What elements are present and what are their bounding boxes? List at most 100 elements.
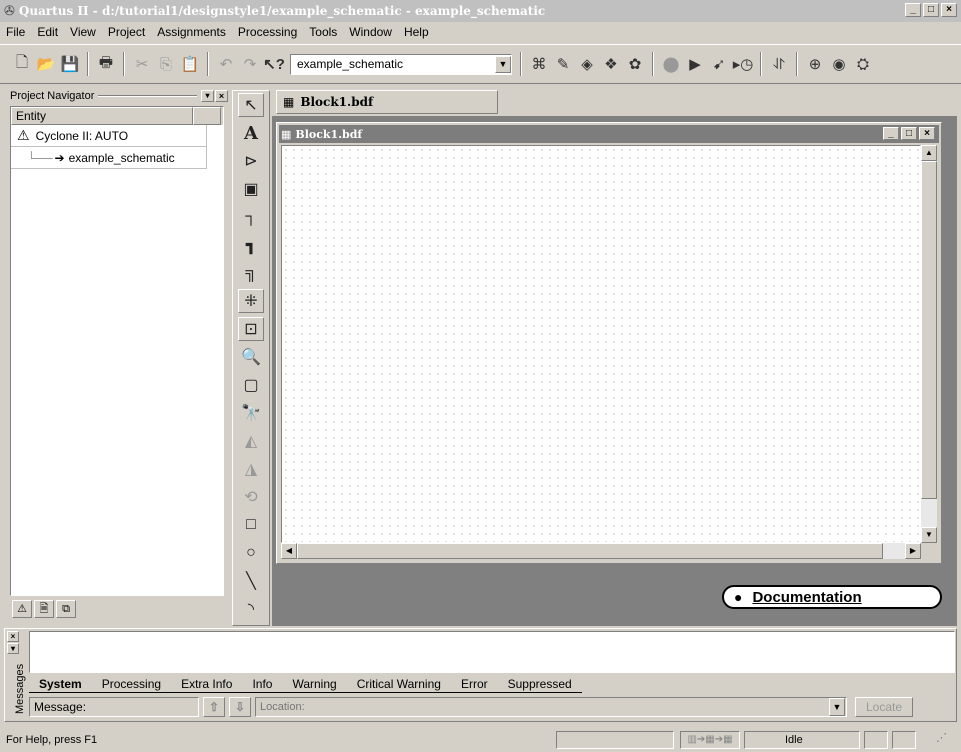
scroll-up-icon[interactable]: ▲ bbox=[921, 145, 937, 161]
previous-message-icon[interactable]: ⇧ bbox=[203, 697, 225, 717]
hierarchy-tab-icon[interactable]: ⚠ bbox=[12, 600, 32, 618]
line-tool-icon[interactable]: ╲ bbox=[238, 569, 264, 593]
arc-tool-icon[interactable]: ◝ bbox=[238, 597, 264, 621]
tab-warning[interactable]: Warning bbox=[282, 676, 347, 693]
timing-analysis-icon[interactable]: ▸◷ bbox=[731, 52, 755, 76]
tab-info[interactable]: Info bbox=[242, 676, 283, 693]
rectangle-tool-icon[interactable]: □ bbox=[238, 513, 264, 537]
tab-error[interactable]: Error bbox=[450, 676, 498, 693]
navigator-close-button[interactable]: × bbox=[215, 90, 228, 102]
selection-tool-icon[interactable]: ↖ bbox=[238, 93, 264, 118]
project-combo[interactable]: example_schematic ▼ bbox=[290, 53, 512, 75]
flip-horizontal-icon[interactable]: ◭ bbox=[238, 429, 264, 453]
messages-side-label: Messages bbox=[14, 663, 26, 714]
navigator-float-button[interactable]: ▾ bbox=[201, 90, 214, 102]
rotate-icon[interactable]: ⟲ bbox=[238, 485, 264, 509]
messages-float-button[interactable]: ▾ bbox=[7, 643, 19, 654]
menu-window[interactable]: Window bbox=[349, 25, 392, 39]
compilation-report-icon[interactable]: ⊕ bbox=[803, 52, 827, 76]
messages-close-button[interactable]: × bbox=[7, 631, 19, 642]
tree-item-entity[interactable]: └── ➔ example_schematic bbox=[11, 147, 207, 169]
copy-icon[interactable]: ⎘ bbox=[154, 52, 178, 76]
paste-icon[interactable]: 📋 bbox=[178, 52, 202, 76]
location-input[interactable] bbox=[255, 697, 847, 717]
orthogonal-bus-tool-icon[interactable]: ┓ bbox=[238, 233, 264, 257]
block-tool-icon[interactable]: ▣ bbox=[238, 177, 264, 201]
locate-button[interactable]: Locate bbox=[855, 697, 913, 717]
scroll-down-icon[interactable]: ▼ bbox=[921, 527, 937, 543]
open-folder-icon[interactable]: 📂 bbox=[34, 52, 58, 76]
programmer-icon[interactable]: ◉ bbox=[827, 52, 851, 76]
tab-system[interactable]: System bbox=[29, 676, 92, 693]
assignment-editor-icon[interactable]: ◈ bbox=[575, 52, 599, 76]
menu-view[interactable]: View bbox=[70, 25, 96, 39]
document-tab[interactable]: ▦ Block1.bdf bbox=[276, 90, 498, 114]
menu-assignments[interactable]: Assignments bbox=[157, 25, 226, 39]
next-message-icon[interactable]: ⇩ bbox=[229, 697, 251, 717]
maximize-button[interactable]: □ bbox=[923, 3, 939, 17]
flip-vertical-icon[interactable]: ◮ bbox=[238, 457, 264, 481]
navigator-tabs: ⚠ 🗎 ⧉ bbox=[12, 600, 76, 618]
context-help-icon[interactable]: ↖? bbox=[262, 52, 286, 76]
new-file-icon[interactable]: 🗋 bbox=[10, 52, 34, 76]
vertical-scroll-thumb[interactable] bbox=[921, 161, 937, 499]
menu-edit[interactable]: Edit bbox=[37, 25, 58, 39]
tab-critical-warning[interactable]: Critical Warning bbox=[346, 676, 451, 693]
horizontal-scroll-thumb[interactable] bbox=[297, 543, 883, 559]
chevron-down-icon[interactable]: ▼ bbox=[495, 55, 511, 73]
start-compilation-icon[interactable]: ▶ bbox=[683, 52, 707, 76]
scroll-left-icon[interactable]: ◀ bbox=[281, 543, 297, 559]
menu-processing[interactable]: Processing bbox=[238, 25, 297, 39]
pin-planner-icon[interactable]: ✎ bbox=[551, 52, 575, 76]
resize-grip-icon[interactable]: ⋰ bbox=[936, 731, 956, 749]
tab-extra-info[interactable]: Extra Info bbox=[171, 676, 243, 693]
scroll-right-icon[interactable]: ▶ bbox=[905, 543, 921, 559]
tab-processing[interactable]: Processing bbox=[91, 676, 172, 693]
oval-tool-icon[interactable]: ○ bbox=[238, 541, 264, 565]
messages-list[interactable] bbox=[29, 631, 955, 673]
design-partition-icon[interactable]: ✿ bbox=[623, 52, 647, 76]
location-dropdown-icon[interactable]: ▼ bbox=[829, 698, 845, 716]
tree-item-device[interactable]: ⚠ Cyclone II: AUTO bbox=[11, 125, 207, 147]
entity-column-header[interactable]: Entity bbox=[11, 107, 193, 125]
doc-maximize-button[interactable]: □ bbox=[901, 127, 917, 140]
horizontal-scrollbar[interactable]: ◀ ▶ bbox=[281, 543, 921, 559]
menu-tools[interactable]: Tools bbox=[309, 25, 337, 39]
text-tool-icon[interactable]: A bbox=[238, 121, 264, 145]
doc-close-button[interactable]: × bbox=[919, 127, 935, 140]
rubberbanding-icon[interactable]: ⁜ bbox=[238, 288, 264, 314]
full-screen-icon[interactable]: ▢ bbox=[238, 373, 264, 397]
message-field[interactable]: Message: bbox=[29, 697, 199, 717]
tab-suppressed[interactable]: Suppressed bbox=[497, 676, 582, 693]
stop-icon[interactable]: ⬤ bbox=[659, 52, 683, 76]
design-units-tab-icon[interactable]: ⧉ bbox=[56, 600, 76, 618]
minimize-button[interactable]: _ bbox=[905, 3, 921, 17]
symbol-tool-icon[interactable]: ⊳ bbox=[238, 149, 264, 173]
chip-planner-icon[interactable]: ❖ bbox=[599, 52, 623, 76]
documentation-button[interactable]: ● Documentation bbox=[722, 585, 942, 609]
close-button[interactable]: × bbox=[941, 3, 957, 17]
partial-line-selection-icon[interactable]: ⊡ bbox=[238, 317, 264, 342]
files-tab-icon[interactable]: 🗎 bbox=[34, 600, 54, 618]
cut-icon[interactable]: ✂ bbox=[130, 52, 154, 76]
analysis-synthesis-icon[interactable]: ➹ bbox=[707, 52, 731, 76]
doc-minimize-button[interactable]: _ bbox=[883, 127, 899, 140]
undo-icon[interactable]: ↶ bbox=[214, 52, 238, 76]
orthogonal-conduit-tool-icon[interactable]: ╗ bbox=[238, 261, 264, 285]
simulator-icon[interactable]: ⥯ bbox=[767, 52, 791, 76]
vertical-scrollbar[interactable]: ▲ ▼ bbox=[921, 145, 937, 543]
print-icon[interactable]: 🖶 bbox=[94, 52, 118, 76]
zoom-tool-icon[interactable]: 🔍 bbox=[238, 345, 264, 369]
redo-icon[interactable]: ↷ bbox=[238, 52, 262, 76]
orthogonal-node-tool-icon[interactable]: ┐ bbox=[238, 205, 264, 229]
chip-programmer-icon[interactable]: ⛭ bbox=[851, 52, 875, 76]
schematic-canvas[interactable] bbox=[281, 145, 921, 543]
menu-project[interactable]: Project bbox=[108, 25, 145, 39]
status-bar: For Help, press F1 ▥➔▦➔▦ Idle ⋰ bbox=[0, 728, 961, 752]
save-icon[interactable]: 💾 bbox=[58, 52, 82, 76]
menu-file[interactable]: File bbox=[6, 25, 25, 39]
settings-chip-icon[interactable]: ⌘ bbox=[527, 52, 551, 76]
find-icon[interactable]: 🔭 bbox=[238, 401, 264, 425]
menu-help[interactable]: Help bbox=[404, 25, 429, 39]
navigator-tree[interactable]: Entity ⚠ Cyclone II: AUTO └── ➔ example_… bbox=[10, 106, 224, 596]
